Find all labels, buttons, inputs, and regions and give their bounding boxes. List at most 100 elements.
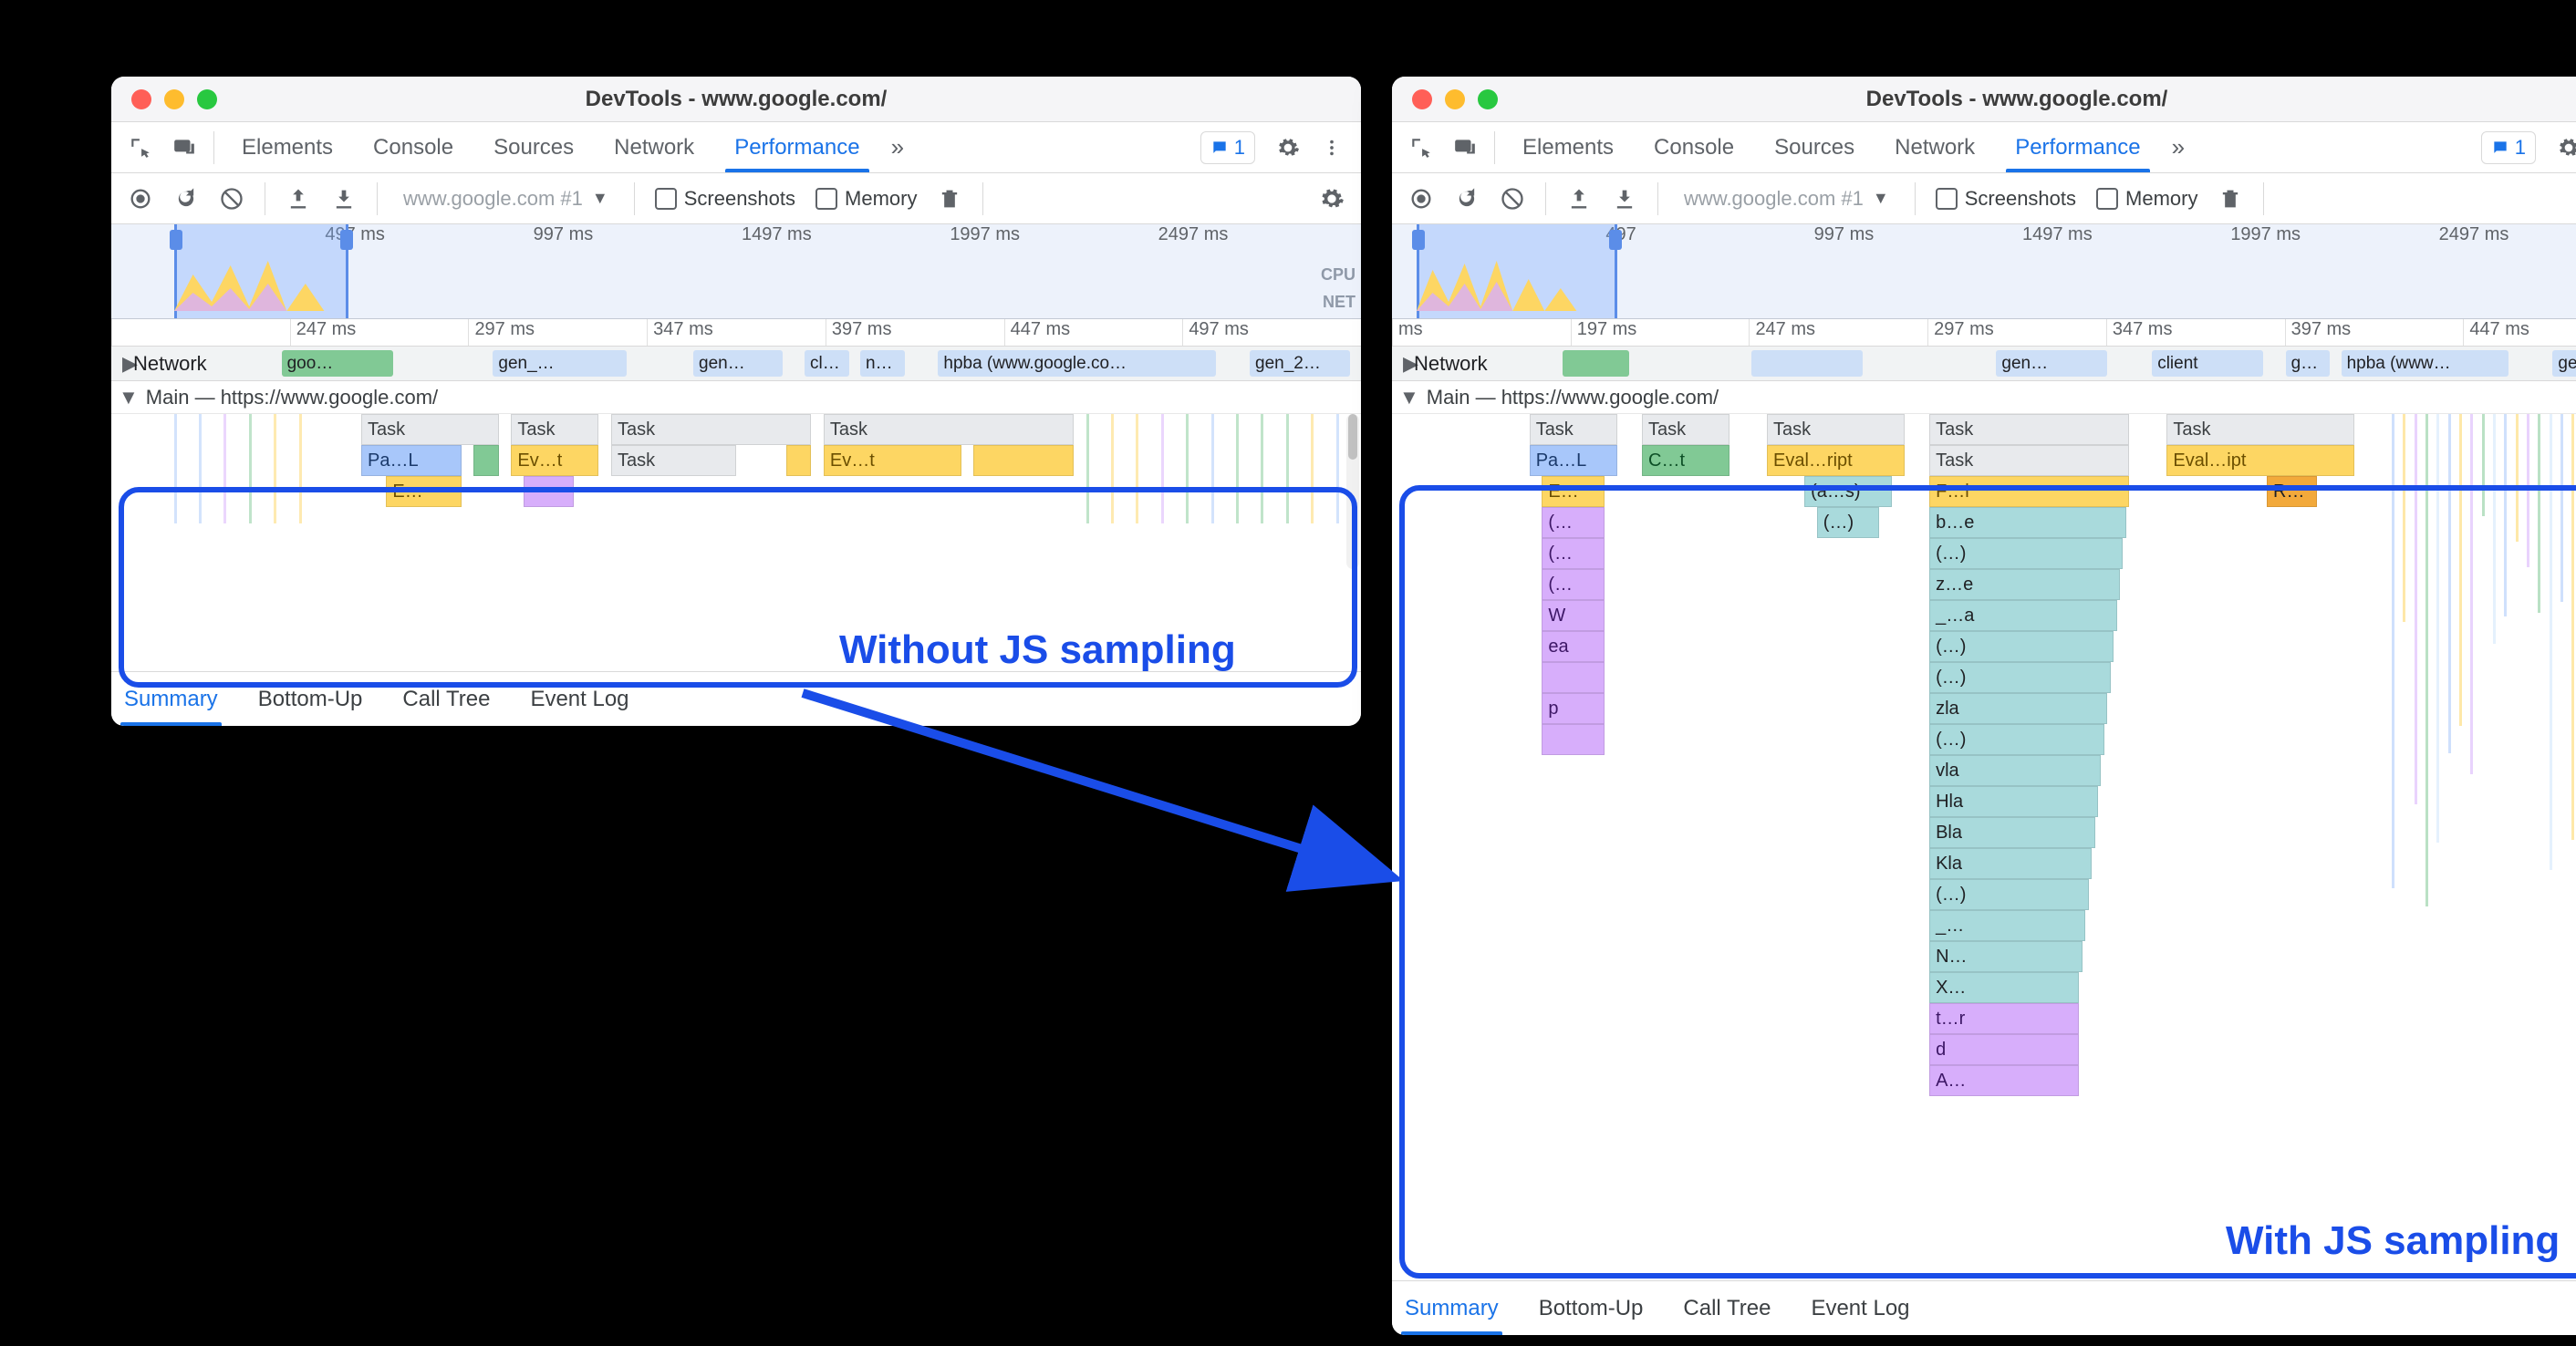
network-block[interactable]: gen [2552,350,2576,377]
kebab-icon[interactable] [1312,128,1352,168]
tab-event-log[interactable]: Event Log [1807,1281,1913,1335]
flame-frame[interactable]: C…t [1642,445,1729,476]
network-block[interactable]: client [2152,350,2263,377]
network-block[interactable]: n… [860,350,905,377]
main-twisty-icon[interactable]: ▼ [119,386,139,409]
window-controls[interactable] [1412,89,1498,109]
window-controls[interactable] [131,89,217,109]
memory-checkbox[interactable]: Memory [815,187,917,211]
flame-frame[interactable]: R… [2267,476,2317,507]
network-twisty-icon[interactable]: ▶ [1392,352,1414,376]
flame-frame[interactable]: _…a [1929,600,2117,631]
flame-frame[interactable]: Hla [1929,786,2098,817]
tab-summary[interactable]: Summary [1401,1281,1502,1335]
flame-frame[interactable] [524,476,574,507]
screenshots-checkbox[interactable]: Screenshots [1936,187,2076,211]
device-icon[interactable] [164,128,204,168]
flame-frame[interactable]: p [1542,693,1605,724]
tab-elements[interactable]: Elements [1504,122,1632,172]
flame-frame[interactable]: Eval…ipt [2166,445,2354,476]
upload-icon[interactable] [278,179,318,219]
download-icon[interactable] [1605,179,1645,219]
main-twisty-icon[interactable]: ▼ [1399,386,1419,409]
flame-frame[interactable]: (… [1542,569,1605,600]
flame-frame[interactable]: (… [1542,538,1605,569]
flame-frame[interactable]: (…) [1929,538,2123,569]
main-thread-header[interactable]: ▼ Main — https://www.google.com/ [1392,381,2576,414]
selection-handle-right[interactable] [340,230,353,250]
flame-frame[interactable]: E… [386,476,461,507]
overview-timeline[interactable]: 497 997 ms 1497 ms 1997 ms 2497 ms CPU N… [1392,224,2576,319]
tab-network[interactable]: Network [1876,122,1993,172]
tab-console[interactable]: Console [1636,122,1752,172]
flame-frame[interactable]: Task [824,414,1074,445]
network-track[interactable]: ▶ Network gen…clientg…hpba (www…gen [1392,347,2576,381]
time-ruler[interactable]: 247 ms 297 ms 347 ms 397 ms 447 ms 497 m… [111,319,1361,347]
close-icon[interactable] [131,89,151,109]
gc-icon[interactable] [930,179,970,219]
flame-frame[interactable]: Pa…L [1530,445,1617,476]
flame-frame[interactable]: Task [1929,414,2129,445]
flame-frame[interactable]: W [1542,600,1605,631]
network-block[interactable]: gen… [1996,350,2107,377]
minimize-icon[interactable] [164,89,184,109]
flame-frame[interactable]: _… [1929,910,2085,941]
flame-frame[interactable]: (… [1542,507,1605,538]
tab-console[interactable]: Console [355,122,472,172]
tab-network[interactable]: Network [596,122,712,172]
flame-frame[interactable]: E… [1542,476,1605,507]
gc-icon[interactable] [2210,179,2250,219]
flame-frame[interactable]: d [1929,1034,2079,1065]
selection-handle-left[interactable] [170,230,182,250]
memory-checkbox[interactable]: Memory [2096,187,2197,211]
flame-frame[interactable] [1542,662,1605,693]
flame-frame[interactable]: zla [1929,693,2107,724]
flame-chart[interactable]: TaskPa…LE…(…(…(…WeapTaskC…tTaskEval…ript… [1392,414,2576,1280]
record-icon[interactable] [1401,179,1441,219]
flame-frame[interactable]: Task [611,445,736,476]
flame-frame[interactable]: Task [1642,414,1729,445]
record-icon[interactable] [120,179,161,219]
settings-icon[interactable] [1312,179,1352,219]
tab-elements[interactable]: Elements [223,122,351,172]
flame-frame[interactable]: Task [511,414,598,445]
flame-frame[interactable]: Pa…L [361,445,462,476]
gear-icon[interactable] [1268,128,1308,168]
more-tabs-icon[interactable]: » [882,133,913,161]
flame-frame[interactable]: N… [1929,941,2083,972]
network-block[interactable]: gen_2… [1250,350,1350,377]
network-block[interactable]: hpba (www… [2342,350,2508,377]
flame-frame[interactable]: Task [361,414,499,445]
flame-frame[interactable] [1542,724,1605,755]
flame-frame[interactable]: Task [1530,414,1617,445]
recording-select[interactable]: www.google.com #1▼ [1671,187,1902,211]
reload-icon[interactable] [1447,179,1487,219]
scrollbar-thumb[interactable] [1348,414,1357,460]
titlebar[interactable]: DevTools - www.google.com/ [111,77,1361,122]
device-icon[interactable] [1445,128,1485,168]
network-track[interactable]: ▶ Network goo…gen_…gen…cl…n…hpba (www.go… [111,347,1361,381]
zoom-icon[interactable] [197,89,217,109]
flame-frame[interactable] [973,445,1074,476]
network-block[interactable]: gen… [693,350,783,377]
titlebar[interactable]: DevTools - www.google.com/ [1392,77,2576,122]
tab-call-tree[interactable]: Call Tree [399,672,493,726]
network-block[interactable]: g… [2286,350,2331,377]
flame-frame[interactable]: X… [1929,972,2079,1003]
main-thread-header[interactable]: ▼ Main — https://www.google.com/ [111,381,1361,414]
tab-event-log[interactable]: Event Log [526,672,632,726]
flame-frame[interactable]: A… [1929,1065,2079,1096]
flame-frame[interactable]: (…) [1929,724,2104,755]
tab-call-tree[interactable]: Call Tree [1679,1281,1774,1335]
flame-frame[interactable]: Ev…t [511,445,598,476]
flame-frame[interactable] [786,445,811,476]
flame-frame[interactable]: F…l [1929,476,2129,507]
flame-frame[interactable]: (…) [1929,631,2114,662]
flame-frame[interactable]: Task [611,414,811,445]
tab-performance[interactable]: Performance [716,122,878,172]
selection-handle-right[interactable] [1609,230,1622,250]
flame-frame[interactable]: Kla [1929,848,2092,879]
network-block[interactable]: goo… [282,350,393,377]
network-block[interactable] [1751,350,1863,377]
clear-icon[interactable] [212,179,252,219]
